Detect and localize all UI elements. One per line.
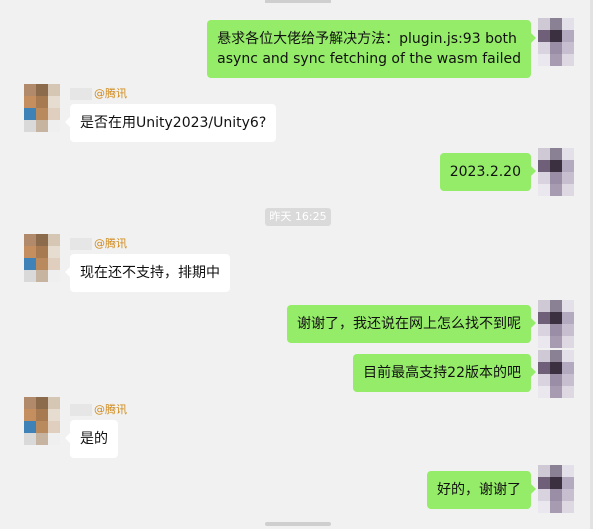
blurred-name bbox=[70, 88, 92, 100]
sender-name: @腾讯 bbox=[70, 85, 127, 101]
message-text: 悬求各位大佬给予解决方法：plugin.js:93 both bbox=[217, 31, 517, 47]
message-bubble-incoming[interactable]: 是否在用Unity2023/Unity6? bbox=[64, 104, 277, 142]
avatar[interactable] bbox=[24, 234, 60, 282]
avatar[interactable] bbox=[24, 397, 60, 445]
message-text: 2023.2.20 bbox=[449, 164, 521, 180]
message-bubble-outgoing[interactable]: 谢谢了，我还说在网上怎么找不到呢 bbox=[287, 305, 536, 343]
message-bubble-outgoing[interactable]: 目前最高支持22版本的吧 bbox=[353, 354, 536, 392]
message-text: 现在还不支持，排期中 bbox=[80, 265, 220, 281]
scrollbar-top[interactable] bbox=[265, 0, 331, 3]
message-bubble-outgoing[interactable]: 好的，谢谢了 bbox=[427, 471, 536, 509]
message-text: 是的 bbox=[80, 431, 108, 447]
blurred-name bbox=[70, 238, 92, 250]
message-bubble-incoming[interactable]: 现在还不支持，排期中 bbox=[65, 254, 230, 292]
message-text: 谢谢了，我还说在网上怎么找不到呢 bbox=[297, 316, 521, 332]
message-text-line2: async and sync fetching of the wasm fail… bbox=[217, 51, 521, 67]
sender-name: @腾讯 bbox=[70, 401, 127, 417]
avatar[interactable] bbox=[538, 350, 574, 398]
message-text: 是否在用Unity2023/Unity6? bbox=[80, 115, 267, 131]
message-bubble-outgoing[interactable]: 悬求各位大佬给予解决方法：plugin.js:93 both async and… bbox=[207, 20, 536, 78]
avatar[interactable] bbox=[538, 300, 574, 348]
sender-name: @腾讯 bbox=[70, 235, 127, 251]
message-text: 好的，谢谢了 bbox=[437, 482, 521, 498]
message-text: 目前最高支持22版本的吧 bbox=[363, 365, 521, 381]
chat-message-list[interactable]: 悬求各位大佬给予解决方法：plugin.js:93 both async and… bbox=[0, 0, 593, 529]
timestamp: 昨天 16:25 bbox=[265, 208, 331, 226]
blurred-name bbox=[70, 404, 92, 416]
avatar[interactable] bbox=[24, 84, 60, 132]
message-bubble-outgoing[interactable]: 2023.2.20 bbox=[439, 153, 537, 191]
avatar[interactable] bbox=[538, 465, 574, 513]
scrollbar-bottom[interactable] bbox=[265, 522, 331, 526]
message-bubble-incoming[interactable]: 是的 bbox=[65, 420, 118, 458]
avatar[interactable] bbox=[538, 148, 574, 196]
avatar[interactable] bbox=[538, 18, 574, 66]
